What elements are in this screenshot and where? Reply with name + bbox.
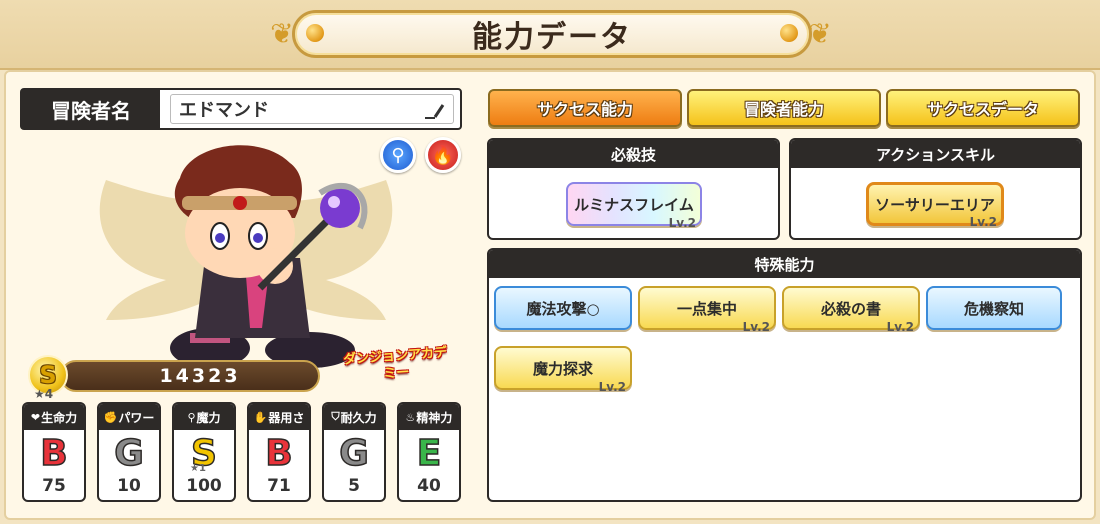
heart-icon: ❤	[30, 410, 41, 424]
stat-card-dexterity: ✋ 器用さ B 71	[247, 402, 311, 502]
action-skill-button[interactable]: ソーサリーエリア Lv.2	[866, 182, 1004, 229]
staff-job-icon: ⚲	[380, 137, 416, 173]
star-level: ★4	[34, 387, 54, 401]
stat-grade: B	[265, 432, 294, 475]
ability-button[interactable]: 必殺の書 Lv.2	[782, 286, 920, 334]
adventurer-name-row: 冒険者名 エドマンド	[20, 88, 462, 130]
stat-value: 100	[186, 476, 222, 496]
stat-grade: G	[338, 432, 369, 475]
shield-icon: ⛉	[331, 410, 340, 423]
stat-grade: E	[416, 432, 442, 475]
page-title: 能力データ	[472, 20, 632, 55]
name-label: 冒険者名	[22, 90, 160, 128]
ability-button[interactable]: 魔法攻撃○	[494, 286, 632, 330]
special-move-button[interactable]: ルミナスフレイム Lv.2	[566, 182, 702, 230]
title-plate: 能力データ	[292, 10, 812, 58]
skill-level: Lv.2	[886, 320, 914, 334]
stat-value: 75	[42, 476, 66, 496]
magnifier-icon: ⚲	[187, 410, 196, 424]
pencil-icon[interactable]	[423, 102, 445, 120]
hand-icon: ✋	[253, 410, 268, 424]
stat-card-power: ✊ パワー G 10	[97, 402, 161, 502]
arm-icon: ✊	[103, 410, 118, 424]
stat-value: 40	[417, 476, 441, 496]
academy-logo: ダンジョンアカデミー	[342, 345, 448, 382]
tab-adventurer-ability[interactable]: 冒険者能力	[687, 89, 881, 127]
drop-icon: ♨	[405, 410, 416, 424]
special-move-title: 必殺技	[489, 140, 778, 168]
score-value: 14323	[159, 365, 241, 387]
grade-star: ★1	[190, 463, 206, 474]
special-abilities-title: 特殊能力	[489, 250, 1080, 278]
score-bar: 14323	[60, 360, 320, 392]
character-illustration	[170, 145, 368, 368]
stat-grade: B	[40, 432, 69, 475]
skill-level: Lv.2	[668, 216, 696, 230]
ability-button[interactable]: 危機察知	[926, 286, 1062, 330]
tab-success-data[interactable]: サクセスデータ	[886, 89, 1080, 127]
skill-level: Lv.2	[742, 320, 770, 334]
stat-card-spirit: ♨ 精神力 E 40	[397, 402, 461, 502]
action-skill-title: アクションスキル	[791, 140, 1080, 168]
stat-card-vitality: ❤ 生命力 B 75	[22, 402, 86, 502]
stat-value: 71	[267, 476, 291, 496]
ability-button[interactable]: 一点集中 Lv.2	[638, 286, 776, 334]
stat-grade: G	[113, 432, 144, 475]
stat-value: 5	[348, 476, 360, 496]
ability-button[interactable]: 魔力探求 Lv.2	[494, 346, 632, 394]
stat-card-magic: ⚲ 魔力 S ★1 100	[172, 402, 236, 502]
stat-card-durability: ⛉ 耐久力 G 5	[322, 402, 386, 502]
skill-level: Lv.2	[969, 215, 997, 229]
tab-success-ability[interactable]: サクセス能力	[488, 89, 682, 127]
orb-left-icon	[306, 24, 324, 42]
stat-value: 10	[117, 476, 141, 496]
name-field[interactable]: エドマンド	[170, 94, 454, 124]
title-banner: ❦ 能力データ ❦	[0, 0, 1100, 70]
stat-grade: S ★1	[190, 432, 218, 475]
ornament-right-icon: ❦	[808, 17, 832, 50]
skill-level: Lv.2	[598, 380, 626, 394]
fire-element-icon: 🔥	[425, 137, 461, 173]
name-value: エドマンド	[179, 100, 269, 121]
